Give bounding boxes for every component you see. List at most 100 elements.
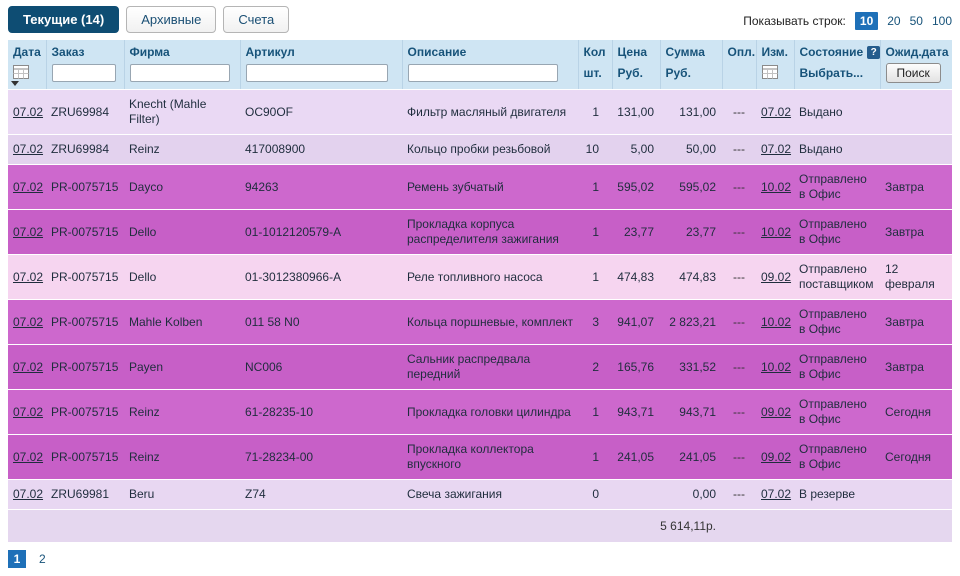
cell-modified: 10.02 — [756, 299, 794, 345]
row-date-link[interactable]: 07.02 — [13, 405, 43, 419]
cell-modified: 09.02 — [756, 389, 794, 435]
rows-per-page-control: Показывать строк: 10 20 50 100 — [743, 6, 952, 30]
rows-per-page-option-100[interactable]: 100 — [932, 14, 952, 28]
cell-sum: 474,83 — [660, 254, 722, 300]
cell-status: Отправлено в Офис — [794, 344, 880, 390]
row-modified-link[interactable]: 09.02 — [761, 405, 791, 419]
row-modified-link[interactable]: 07.02 — [761, 487, 791, 501]
row-date-link[interactable]: 07.02 — [13, 360, 43, 374]
cell-wait-date: Сегодня — [880, 434, 952, 480]
table-row: 07.02 PR-0075715 Reinz 71-28234-00 Прокл… — [8, 434, 952, 480]
row-modified-link[interactable]: 07.02 — [761, 142, 791, 156]
cell-wait-date: Завтра — [880, 209, 952, 255]
filter-cell-date — [8, 61, 47, 90]
cell-order: PR-0075715 — [46, 434, 124, 480]
cell-description: Свеча зажигания — [402, 479, 578, 510]
row-date-link[interactable]: 07.02 — [13, 315, 43, 329]
firm-filter-input[interactable] — [129, 64, 230, 82]
cell-firm: Reinz — [124, 434, 240, 480]
cell-qty: 1 — [578, 254, 612, 300]
rows-per-page-option-50[interactable]: 50 — [910, 14, 923, 28]
cell-sum: 595,02 — [660, 164, 722, 210]
date-calendar-icon[interactable] — [13, 64, 29, 79]
cell-modified: 10.02 — [756, 209, 794, 255]
row-modified-link[interactable]: 09.02 — [761, 270, 791, 284]
description-filter-input[interactable] — [407, 64, 558, 82]
cell-wait-date — [880, 479, 952, 510]
cell-date: 07.02 — [8, 164, 46, 210]
cell-price — [612, 479, 660, 510]
cell-status: Отправлено поставщиком — [794, 254, 880, 300]
cell-qty: 2 — [578, 344, 612, 390]
cell-modified: 07.02 — [756, 134, 794, 165]
row-date-link[interactable]: 07.02 — [13, 487, 43, 501]
cell-wait-date: Сегодня — [880, 389, 952, 435]
cell-paid: --- — [722, 254, 756, 300]
cell-description: Фильтр масляный двигателя — [402, 89, 578, 135]
top-bar: Текущие (14) Архивные Счета Показывать с… — [0, 0, 960, 40]
cell-sum: 943,71 — [660, 389, 722, 435]
rows-per-page-label: Показывать строк: — [743, 14, 846, 28]
row-modified-link[interactable]: 10.02 — [761, 315, 791, 329]
search-button[interactable]: Поиск — [885, 63, 941, 83]
filter-cell-firm — [124, 61, 241, 90]
cell-sum: 0,00 — [660, 479, 722, 510]
cell-firm: Knecht (Mahle Filter) — [124, 89, 240, 135]
rows-per-page-option-10[interactable]: 10 — [854, 12, 879, 30]
row-date-link[interactable]: 07.02 — [13, 225, 43, 239]
cell-firm: Reinz — [124, 389, 240, 435]
page-button-1[interactable]: 1 — [8, 550, 26, 568]
cell-description: Реле топливного насоса — [402, 254, 578, 300]
row-date-link[interactable]: 07.02 — [13, 105, 43, 119]
tab-archived-orders[interactable]: Архивные — [126, 6, 217, 33]
cell-order: PR-0075715 — [46, 164, 124, 210]
row-modified-link[interactable]: 10.02 — [761, 225, 791, 239]
cell-article: 71-28234-00 — [240, 434, 402, 480]
cell-price: 23,77 — [612, 209, 660, 255]
cell-wait-date — [880, 89, 952, 135]
cell-status: Отправлено в Офис — [794, 209, 880, 255]
cell-article: Z74 — [240, 479, 402, 510]
sort-direction-icon — [11, 81, 19, 86]
col-header-order: Заказ — [46, 40, 125, 61]
cell-wait-date: 12 февраля — [880, 254, 952, 300]
filter-cell-description — [402, 61, 579, 90]
total-sum: 5 614,11р. — [8, 509, 722, 542]
status-filter-select[interactable]: Выбрать... — [800, 66, 864, 80]
tab-bar: Текущие (14) Архивные Счета — [8, 6, 290, 33]
cell-date: 07.02 — [8, 89, 46, 135]
page-button-2[interactable]: 2 — [35, 551, 50, 567]
order-filter-input[interactable] — [51, 64, 116, 82]
cell-firm: Mahle Kolben — [124, 299, 240, 345]
row-date-link[interactable]: 07.02 — [13, 142, 43, 156]
cell-modified: 10.02 — [756, 164, 794, 210]
status-help-icon[interactable]: ? — [867, 46, 879, 59]
row-modified-link[interactable]: 09.02 — [761, 450, 791, 464]
modified-calendar-icon[interactable] — [761, 64, 778, 79]
filter-cell-article — [240, 61, 403, 90]
row-date-link[interactable]: 07.02 — [13, 180, 43, 194]
col-header-firm: Фирма — [124, 40, 241, 61]
row-date-link[interactable]: 07.02 — [13, 450, 43, 464]
tab-invoices[interactable]: Счета — [223, 6, 290, 33]
tab-current-orders[interactable]: Текущие (14) — [8, 6, 120, 33]
table-row: 07.02 PR-0075715 Payen NC006 Сальник рас… — [8, 344, 952, 390]
table-footer: 5 614,11р. — [8, 509, 952, 542]
cell-description: Прокладка коллектора впускного — [402, 434, 578, 480]
header-label-row: Дата Заказ Фирма Артикул Описание Кол Це… — [8, 40, 952, 61]
row-modified-link[interactable]: 10.02 — [761, 180, 791, 194]
cell-description: Кольцо пробки резьбовой — [402, 134, 578, 165]
cell-date: 07.02 — [8, 434, 46, 480]
cell-modified: 10.02 — [756, 344, 794, 390]
header-filter-row: шт. Руб. Руб. Выбрать... Поиск — [8, 61, 952, 90]
article-filter-input[interactable] — [245, 64, 388, 82]
col-header-modified: Изм. — [756, 40, 795, 61]
cell-firm: Payen — [124, 344, 240, 390]
row-modified-link[interactable]: 10.02 — [761, 360, 791, 374]
cell-description: Ремень зубчатый — [402, 164, 578, 210]
row-modified-link[interactable]: 07.02 — [761, 105, 791, 119]
pagination: 1 2 — [8, 550, 952, 568]
rows-per-page-option-20[interactable]: 20 — [887, 14, 900, 28]
row-date-link[interactable]: 07.02 — [13, 270, 43, 284]
cell-article: 01-1012120579-A — [240, 209, 402, 255]
